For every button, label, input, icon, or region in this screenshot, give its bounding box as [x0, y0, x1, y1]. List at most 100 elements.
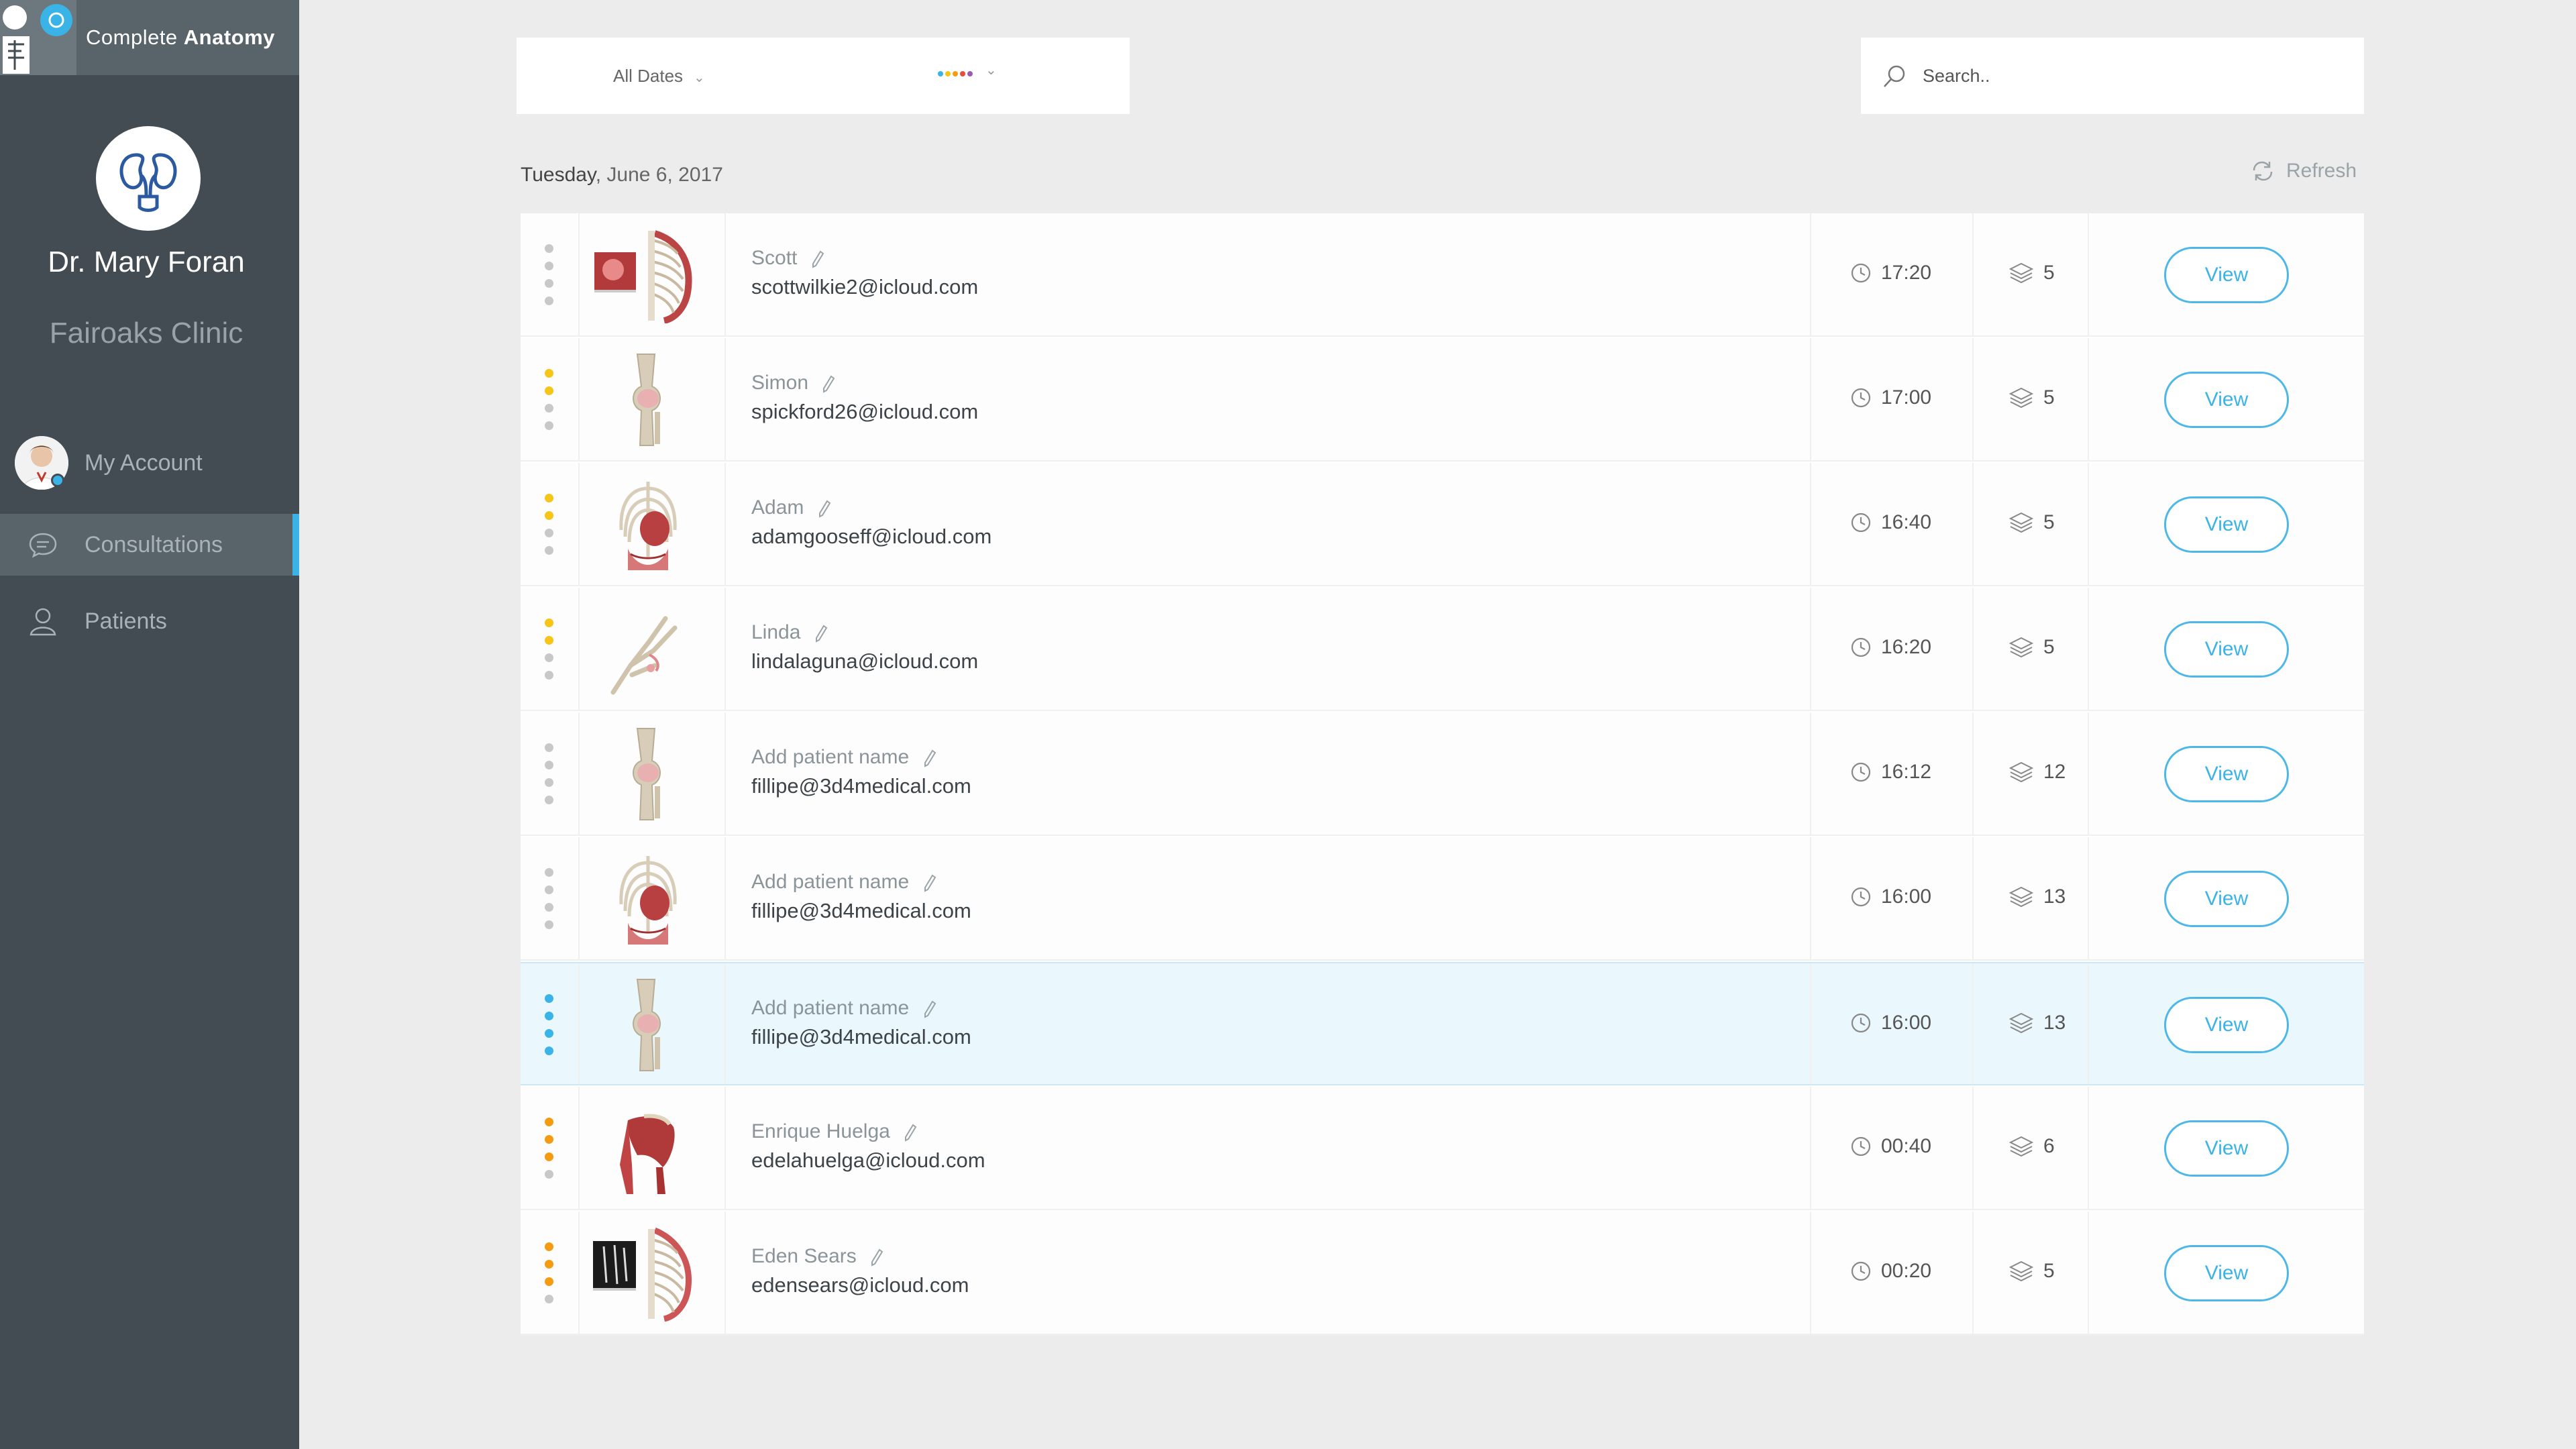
- table-row[interactable]: Add patient name fillipe@3d4medical.com …: [521, 712, 2364, 836]
- column-divider: [1972, 338, 1974, 460]
- time-text: 00:20: [1881, 1260, 1932, 1282]
- view-button[interactable]: View: [2164, 372, 2289, 428]
- time-text: 16:00: [1881, 1012, 1932, 1034]
- date-heading: Tuesday, June 6, 2017: [521, 164, 723, 186]
- anatomy-thumbnail[interactable]: [590, 1225, 706, 1322]
- pencil-icon[interactable]: [870, 1248, 883, 1267]
- column-divider: [2088, 837, 2089, 959]
- patient-name-text: Add patient name: [751, 871, 910, 893]
- view-button[interactable]: View: [2164, 1120, 2289, 1177]
- time-text: 17:20: [1881, 262, 1932, 284]
- patient-email: lindalaguna@icloud.com: [751, 649, 979, 673]
- pencil-icon[interactable]: [923, 1000, 936, 1018]
- pencil-icon[interactable]: [923, 749, 936, 767]
- status-dot: [545, 369, 553, 378]
- refresh-button[interactable]: Refresh: [2251, 160, 2357, 182]
- column-divider: [1810, 213, 1811, 335]
- date-day: Tuesday: [521, 164, 596, 186]
- nav-label-my-account: My Account: [85, 450, 203, 476]
- table-row[interactable]: Simon spickford26@icloud.com 17:00 5 Vie…: [521, 338, 2364, 462]
- pencil-icon[interactable]: [811, 250, 824, 268]
- consultation-time: 16:00: [1850, 885, 1931, 908]
- status-dot: [545, 903, 553, 912]
- status-dot: [545, 868, 553, 877]
- pencil-icon[interactable]: [818, 499, 831, 518]
- column-divider: [1810, 1212, 1811, 1334]
- anatomy-thumbnail[interactable]: [590, 726, 706, 822]
- view-button[interactable]: View: [2164, 247, 2289, 303]
- view-button[interactable]: View: [2164, 871, 2289, 927]
- kidney-icon: [119, 153, 177, 212]
- status-dot: [545, 529, 553, 537]
- patient-name-text: Add patient name: [751, 746, 910, 768]
- view-button[interactable]: View: [2164, 496, 2289, 553]
- doctor-avatar: [96, 126, 201, 231]
- table-row[interactable]: Adam adamgooseff@icloud.com 16:40 5 View: [521, 463, 2364, 586]
- nav-item-my-account[interactable]: My Account: [0, 432, 299, 494]
- patient-name[interactable]: Enrique Huelga: [751, 1120, 917, 1143]
- pencil-icon[interactable]: [822, 374, 835, 393]
- search-input[interactable]: [1923, 60, 2339, 91]
- column-divider: [2088, 588, 2089, 710]
- column-divider: [724, 837, 726, 959]
- time-text: 00:40: [1881, 1135, 1932, 1157]
- nav-item-consultations[interactable]: Consultations: [0, 514, 299, 576]
- consultation-time: 17:20: [1850, 262, 1931, 284]
- status-dot: [545, 920, 553, 929]
- anatomy-thumbnail[interactable]: [590, 352, 706, 448]
- anatomy-thumbnail[interactable]: [590, 476, 706, 573]
- patient-name[interactable]: Eden Sears: [751, 1245, 883, 1268]
- patient-name[interactable]: Linda: [751, 621, 828, 644]
- patient-name[interactable]: Scott: [751, 247, 824, 270]
- table-row[interactable]: Scott scottwilkie2@icloud.com 17:20 5 Vi…: [521, 213, 2364, 337]
- table-row[interactable]: Eden Sears edensears@icloud.com 00:20 5 …: [521, 1212, 2364, 1335]
- status-dots: [545, 994, 554, 1064]
- patient-email: edelahuelga@icloud.com: [751, 1148, 985, 1172]
- view-button[interactable]: View: [2164, 621, 2289, 678]
- patient-name[interactable]: Simon: [751, 372, 835, 394]
- layers-text: 12: [2043, 761, 2066, 783]
- table-row[interactable]: Add patient name fillipe@3d4medical.com …: [521, 962, 2364, 1085]
- view-button[interactable]: View: [2164, 746, 2289, 802]
- status-dot: [545, 1170, 553, 1179]
- column-divider: [1810, 463, 1811, 585]
- column-divider: [1810, 338, 1811, 460]
- column-divider: [724, 338, 726, 460]
- view-button[interactable]: View: [2164, 997, 2289, 1053]
- color-filter-dropdown[interactable]: ⌄: [938, 63, 997, 78]
- status-dots: [545, 1242, 554, 1312]
- anatomy-thumbnail[interactable]: [590, 601, 706, 698]
- anatomy-thumbnail[interactable]: [590, 977, 706, 1073]
- status-dots: [545, 244, 554, 314]
- anatomy-thumbnail[interactable]: [590, 851, 706, 947]
- anatomy-thumbnail[interactable]: [590, 1100, 706, 1197]
- clock-icon: [1851, 887, 1871, 907]
- nav-item-patients[interactable]: Patients: [0, 590, 299, 652]
- column-divider: [1972, 213, 1974, 335]
- layers-count: 13: [2008, 885, 2065, 908]
- table-row[interactable]: Add patient name fillipe@3d4medical.com …: [521, 837, 2364, 961]
- patient-name[interactable]: Add patient name: [751, 871, 936, 894]
- color-dot: [945, 70, 951, 76]
- search-box: [1861, 38, 2364, 114]
- pencil-icon[interactable]: [904, 1123, 917, 1142]
- patient-name[interactable]: Adam: [751, 496, 831, 519]
- consultation-time: 17:00: [1850, 386, 1931, 409]
- patient-name-text: Enrique Huelga: [751, 1120, 890, 1142]
- view-button[interactable]: View: [2164, 1245, 2289, 1301]
- table-row[interactable]: Linda lindalaguna@icloud.com 16:20 5 Vie…: [521, 588, 2364, 711]
- date-filter-dropdown[interactable]: All Dates ⌄: [613, 66, 705, 87]
- online-status-dot: [51, 474, 64, 487]
- clock-icon: [1851, 1136, 1871, 1157]
- patient-name[interactable]: Add patient name: [751, 997, 936, 1020]
- table-row[interactable]: Enrique Huelga edelahuelga@icloud.com 00…: [521, 1087, 2364, 1210]
- patient-email: fillipe@3d4medical.com: [751, 899, 971, 922]
- pencil-icon[interactable]: [923, 873, 936, 892]
- pencil-icon[interactable]: [814, 624, 828, 643]
- time-text: 16:12: [1881, 761, 1932, 783]
- anatomy-thumbnail[interactable]: [590, 227, 706, 324]
- consultation-time: 00:20: [1850, 1260, 1931, 1283]
- patient-name[interactable]: Add patient name: [751, 746, 936, 769]
- column-divider: [578, 588, 580, 710]
- app-logo-icon: [0, 0, 76, 75]
